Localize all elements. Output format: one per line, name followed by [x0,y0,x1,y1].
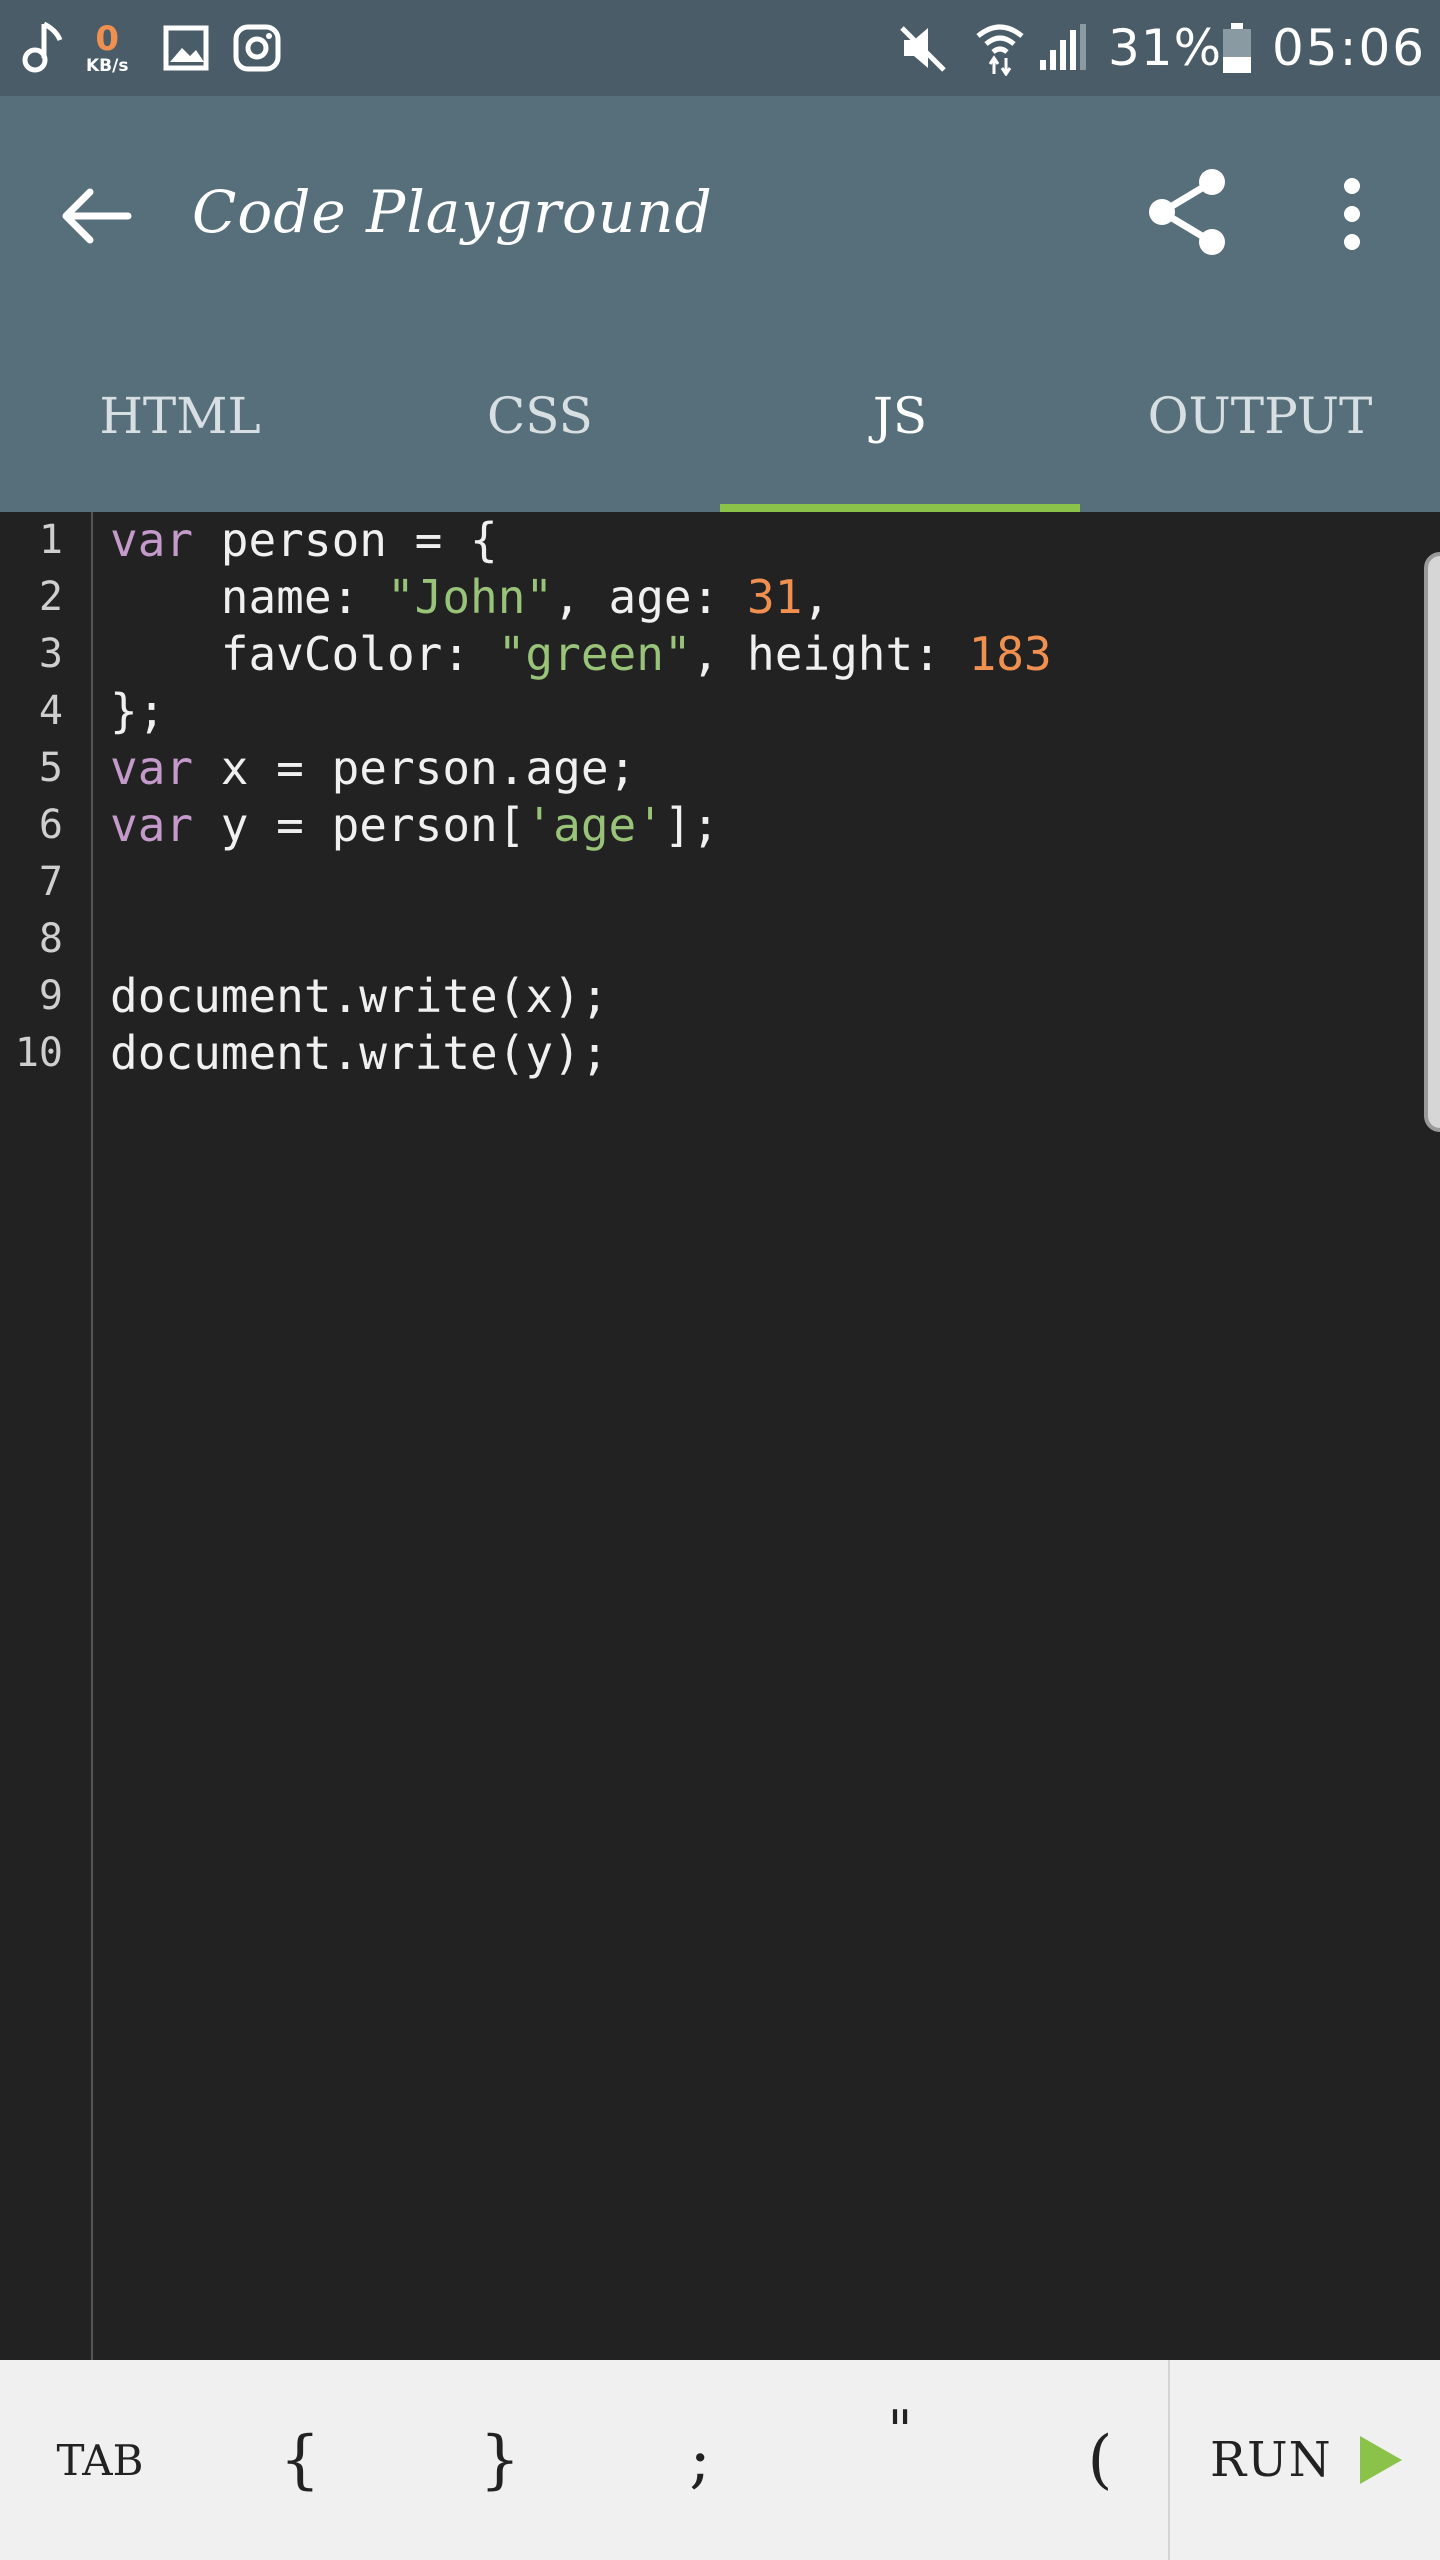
code-token: y = person[ [193,798,526,852]
run-button[interactable]: RUN [1210,2360,1410,2560]
right-brace-key[interactable]: } [460,2360,540,2560]
wifi-icon [974,0,1026,96]
battery-icon [1220,0,1254,96]
code-token: ]; [663,798,720,852]
code-line[interactable]: name: "John", age: 31, [110,569,830,626]
code-line[interactable]: }; [110,683,165,740]
code-token: person = { [193,513,498,567]
more-vert-icon [1344,178,1360,250]
music-note-icon [20,0,68,96]
toolbar-divider [1168,2360,1170,2560]
symbol-toolbar: TAB { } ; " ( RUN [0,2360,1440,2560]
code-token: 183 [968,627,1052,681]
code-token: "John" [386,570,554,624]
back-button[interactable] [58,176,138,256]
code-token: }; [110,684,166,738]
code-token: var [110,741,194,795]
share-icon [1149,169,1225,255]
code-token: 'age' [525,798,664,852]
line-number: 4 [38,688,63,734]
code-token: document.write(y); [110,1026,609,1080]
code-token: , [802,570,831,624]
line-number: 10 [14,1030,63,1076]
code-line[interactable]: favColor: "green", height: 183 [110,626,1052,683]
back-arrow-icon [62,188,132,244]
code-token: "green" [497,627,692,681]
run-label: RUN [1210,2432,1332,2488]
code-token: var [110,513,194,567]
line-number: 1 [38,517,63,563]
tab-key[interactable]: TAB [40,2360,160,2560]
status-bar: 0 KB/s 31% 05:06 [0,0,1440,96]
more-options-button[interactable] [1326,172,1378,256]
tab-bar: HTML CSS JS OUTPUT [0,320,1440,512]
network-speed-value: 0 [95,18,120,59]
page-title: Code Playground [192,178,713,246]
line-number: 3 [38,631,63,677]
scroll-handle[interactable] [1424,552,1440,1132]
line-number: 8 [38,916,63,962]
line-number: 5 [38,745,63,791]
play-icon [1359,2436,1402,2484]
code-token: favColor: [110,627,498,681]
line-number: 2 [38,574,63,620]
code-token: , height: [691,627,969,681]
code-line[interactable]: var y = person['age']; [110,797,719,854]
tab-js[interactable]: JS [720,320,1080,512]
semicolon-key[interactable]: ; [660,2360,740,2560]
left-paren-key[interactable]: ( [1060,2360,1140,2560]
clock: 05:06 [1272,19,1427,77]
network-speed: 0 KB/s [86,0,128,96]
code-line[interactable]: document.write(x); [110,968,609,1025]
code-token: name: [110,570,387,624]
code-line[interactable]: var person = { [110,512,498,569]
quote-key[interactable]: " [860,2360,940,2560]
app-bar: Code Playground [0,96,1440,320]
gallery-icon [162,0,210,96]
tab-html[interactable]: HTML [0,320,360,512]
instagram-icon [232,0,282,96]
battery-percent: 31% [1108,19,1223,77]
left-brace-key[interactable]: { [260,2360,340,2560]
line-number: 7 [38,859,63,905]
code-token: x = person.age; [193,741,637,795]
code-line[interactable]: document.write(y); [110,1025,609,1082]
code-editor[interactable]: 1 2 3 4 5 6 7 8 9 10 var person = { name: "John",… [0,512,1440,2360]
line-number: 9 [38,973,63,1019]
line-gutter: 1 2 3 4 5 6 7 8 9 10 [0,512,93,2360]
tab-css[interactable]: CSS [360,320,720,512]
tab-output[interactable]: OUTPUT [1080,320,1440,512]
share-button[interactable] [1142,162,1232,262]
code-line[interactable]: var x = person.age; [110,740,636,797]
line-number: 6 [38,802,63,848]
signal-icon [1036,0,1088,96]
code-token: 31 [747,570,803,624]
code-token: var [110,798,194,852]
network-speed-unit: KB/s [86,55,129,76]
code-token: document.write(x); [110,969,609,1023]
code-token: , age: [553,570,747,624]
mute-icon [896,0,952,96]
